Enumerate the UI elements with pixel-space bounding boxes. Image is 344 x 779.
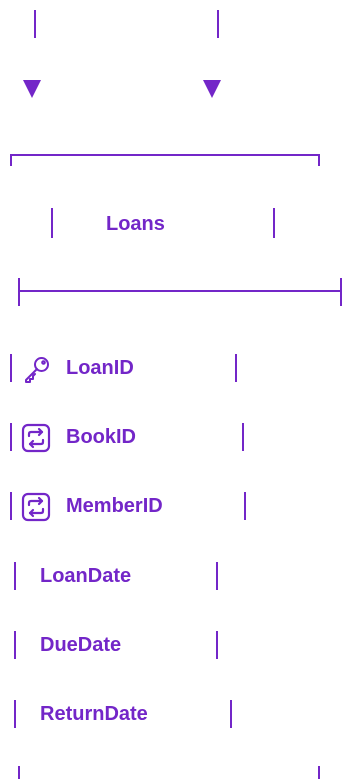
connector-line-right [217, 10, 219, 38]
field-label: LoanDate [40, 565, 132, 587]
header-right-border [273, 208, 275, 238]
row-right-border [244, 492, 246, 520]
relation-icon [21, 492, 51, 522]
row-right-border [242, 423, 244, 451]
row-right-border [216, 562, 218, 590]
divider-right-cap [340, 278, 342, 306]
field-label: LoanID [66, 357, 134, 379]
bottom-right-border [318, 766, 320, 779]
arrow-down-icon [203, 80, 221, 98]
row-right-border [235, 354, 237, 382]
field-row-loandate: LoanDate [0, 556, 344, 596]
header-top-border [10, 154, 320, 156]
field-row-loanid: LoanID [0, 348, 344, 388]
row-left-border [10, 423, 12, 451]
field-row-bookid: BookID [0, 417, 344, 457]
row-right-border [216, 631, 218, 659]
row-left-border [14, 631, 16, 659]
row-left-border [14, 700, 16, 728]
field-label: ReturnDate [40, 703, 148, 725]
divider-left-cap [18, 278, 20, 306]
field-row-memberid: MemberID [0, 486, 344, 526]
field-row-returndate: ReturnDate [0, 694, 344, 734]
key-icon [22, 354, 52, 384]
row-left-border [14, 562, 16, 590]
header-divider [18, 290, 340, 292]
header-top-left-corner [10, 154, 12, 166]
relation-icon [21, 423, 51, 453]
field-row-duedate: DueDate [0, 625, 344, 665]
header-left-border [51, 208, 53, 238]
row-left-border [10, 492, 12, 520]
connector-line-left [34, 10, 36, 38]
field-label: DueDate [40, 634, 122, 656]
entity-title: Loans [106, 213, 165, 235]
row-left-border [10, 354, 12, 382]
field-label: BookID [66, 426, 136, 448]
row-right-border [230, 700, 232, 728]
header-top-right-corner [318, 154, 320, 166]
bottom-left-border [18, 766, 20, 779]
arrow-down-icon [23, 80, 41, 98]
field-label: MemberID [66, 495, 163, 517]
